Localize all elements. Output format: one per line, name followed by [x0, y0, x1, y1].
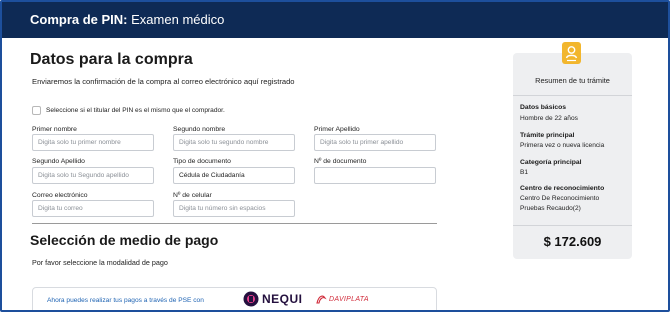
- first-name-label: Primer nombre: [32, 126, 77, 133]
- summary-title: Resumen de tu trámite: [535, 76, 610, 85]
- summary-procedure-heading: Trámite principal: [520, 132, 575, 139]
- summary-category-heading: Categoría principal: [520, 159, 582, 166]
- payment-heading: Selección de medio de pago: [30, 232, 219, 248]
- page-title-rest: Examen médico: [131, 12, 225, 27]
- document-type-select[interactable]: Cédula de Ciudadanía: [173, 167, 295, 184]
- document-number-label: Nº de documento: [314, 158, 367, 165]
- page-title-bold: Compra de PIN:: [30, 12, 128, 27]
- email-input[interactable]: Digita tu correo: [32, 200, 154, 217]
- summary-total-price: $ 172.609: [543, 234, 602, 249]
- daviplata-logo: DAVIPLATA: [315, 293, 369, 305]
- summary-center-value-line2: Pruebas Recaudo(2): [520, 205, 581, 212]
- phone-input[interactable]: Digita tu número sin espacios: [173, 200, 295, 217]
- document-number-input[interactable]: [314, 167, 436, 184]
- page-title: Compra de PIN: Examen médico: [30, 12, 224, 27]
- id-badge-icon: [562, 42, 581, 64]
- pse-text: Ahora puedes realizar tus pagos a través…: [47, 297, 204, 304]
- daviplata-logo-text: DAVIPLATA: [329, 295, 369, 303]
- second-name-label: Segundo nombre: [173, 126, 226, 133]
- nequi-logo-text: NEQUI: [262, 292, 303, 306]
- second-surname-input[interactable]: Digita solo tu Segundo apellido: [32, 167, 154, 184]
- nequi-logo-icon: [243, 291, 259, 307]
- phone-label: Nº de celular: [173, 192, 212, 199]
- first-surname-input[interactable]: Digita solo tu primer apellido: [314, 134, 436, 151]
- top-header: Compra de PIN: Examen médico: [2, 2, 668, 38]
- summary-category-value: B1: [520, 169, 529, 176]
- second-name-input[interactable]: Digita solo tu segundo nombre: [173, 134, 295, 151]
- section-divider: [32, 223, 437, 224]
- email-label: Correo electrónico: [32, 192, 88, 199]
- summary-basic-data-value: Hombre de 22 años: [520, 115, 578, 122]
- same-buyer-label: Seleccione si el titular del PIN es el m…: [46, 107, 225, 114]
- same-buyer-checkbox[interactable]: [32, 106, 41, 115]
- second-surname-label: Segundo Apellido: [32, 158, 85, 165]
- summary-divider: [513, 95, 632, 96]
- summary-basic-data-heading: Datos básicos: [520, 104, 567, 111]
- first-surname-label: Primer Apellido: [314, 126, 360, 133]
- nequi-logo: NEQUI: [243, 291, 303, 307]
- summary-center-heading: Centro de reconocimiento: [520, 185, 605, 192]
- pse-payment-option[interactable]: Ahora puedes realizar tus pagos a través…: [32, 287, 437, 310]
- summary-center-value-line1: Centro De Reconocimiento: [520, 195, 600, 202]
- summary-procedure-value: Primera vez o nueva licencia: [520, 142, 605, 149]
- first-name-input[interactable]: Digita solo tu primer nombre: [32, 134, 154, 151]
- daviplata-logo-icon: [316, 295, 327, 304]
- page-frame: Compra de PIN: Examen médico Datos para …: [0, 0, 670, 312]
- payment-description: Por favor seleccione la modalidad de pag…: [32, 258, 168, 267]
- purchase-data-description: Enviaremos la confirmación de la compra …: [32, 77, 295, 86]
- document-type-label: Tipo de documento: [173, 158, 231, 165]
- purchase-data-heading: Datos para la compra: [30, 51, 193, 68]
- summary-total-divider: [513, 225, 632, 226]
